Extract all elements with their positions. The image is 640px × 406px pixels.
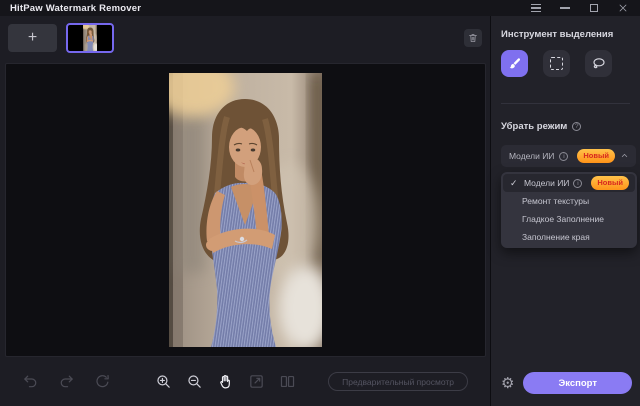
info-icon[interactable]: i xyxy=(559,152,568,161)
reset-icon[interactable] xyxy=(93,373,111,391)
fullscreen-icon[interactable] xyxy=(247,373,265,391)
file-strip: + xyxy=(0,16,490,60)
info-icon: i xyxy=(573,179,582,188)
dropdown-item-edge-fill[interactable]: Заполнение края xyxy=(503,228,635,246)
dropdown-item-label: Заполнение края xyxy=(522,232,590,242)
thumbnail-image xyxy=(83,25,98,51)
close-icon[interactable] xyxy=(617,3,628,14)
chevron-up-icon xyxy=(620,147,629,165)
dropdown-item-texture-repair[interactable]: Ремонт текстуры xyxy=(503,192,635,210)
trash-icon xyxy=(467,32,479,44)
image-canvas[interactable] xyxy=(5,63,486,357)
sidebar-divider xyxy=(501,103,630,104)
settings-gear-icon[interactable]: ⚙ xyxy=(501,376,514,391)
redo-icon[interactable] xyxy=(57,373,75,391)
app-title: HitPaw Watermark Remover xyxy=(10,3,141,14)
title-bar: HitPaw Watermark Remover xyxy=(0,0,640,16)
preview-button[interactable]: Предварительный просмотр xyxy=(328,372,468,391)
selection-tools xyxy=(501,50,636,77)
add-image-button[interactable]: + xyxy=(8,24,57,52)
undo-icon[interactable] xyxy=(21,373,39,391)
editor-area: + xyxy=(0,16,490,406)
selection-tool-title: Инструмент выделения xyxy=(501,29,636,40)
remove-mode-select[interactable]: Модели ИИ i Новый xyxy=(501,145,636,167)
delete-image-button[interactable] xyxy=(464,29,482,47)
brush-tool-button[interactable] xyxy=(501,50,528,77)
marquee-tool-button[interactable] xyxy=(543,50,570,77)
help-icon[interactable]: ? xyxy=(572,122,581,131)
menu-icon[interactable] xyxy=(530,3,541,14)
maximize-icon[interactable] xyxy=(588,3,599,14)
sidebar: Инструмент выделения xyxy=(490,16,640,406)
remove-mode-dropdown: ✓ Модели ИИ i Новый Ремонт текстуры Глад… xyxy=(501,172,637,248)
marquee-icon xyxy=(550,57,563,70)
portrait-photo xyxy=(169,73,322,347)
minimize-icon[interactable] xyxy=(559,3,570,14)
zoom-out-icon[interactable] xyxy=(185,373,203,391)
dropdown-item-label: Ремонт текстуры xyxy=(522,196,589,206)
dropdown-item-ai-models[interactable]: ✓ Модели ИИ i Новый xyxy=(503,174,635,192)
zoom-in-icon[interactable] xyxy=(154,373,172,391)
lasso-tool-button[interactable] xyxy=(585,50,612,77)
app-window: HitPaw Watermark Remover + xyxy=(0,0,640,406)
dropdown-item-label: Модели ИИ xyxy=(524,178,569,188)
hand-tool-icon[interactable] xyxy=(216,373,234,391)
select-value: Модели ИИ xyxy=(509,151,554,161)
lasso-icon xyxy=(591,56,607,72)
image-thumbnail[interactable] xyxy=(66,23,114,53)
bottom-toolbar: Предварительный просмотр xyxy=(0,357,490,406)
new-badge: Новый xyxy=(591,176,629,190)
compare-icon[interactable] xyxy=(278,373,296,391)
dropdown-item-smooth-fill[interactable]: Гладкое Заполнение xyxy=(503,210,635,228)
remove-mode-title: Убрать режим xyxy=(501,121,567,132)
check-icon: ✓ xyxy=(510,178,520,189)
export-button[interactable]: Экспорт xyxy=(523,372,632,394)
brush-icon xyxy=(507,56,523,72)
dropdown-item-label: Гладкое Заполнение xyxy=(522,214,604,224)
window-controls xyxy=(530,3,630,14)
new-badge: Новый xyxy=(577,149,615,163)
